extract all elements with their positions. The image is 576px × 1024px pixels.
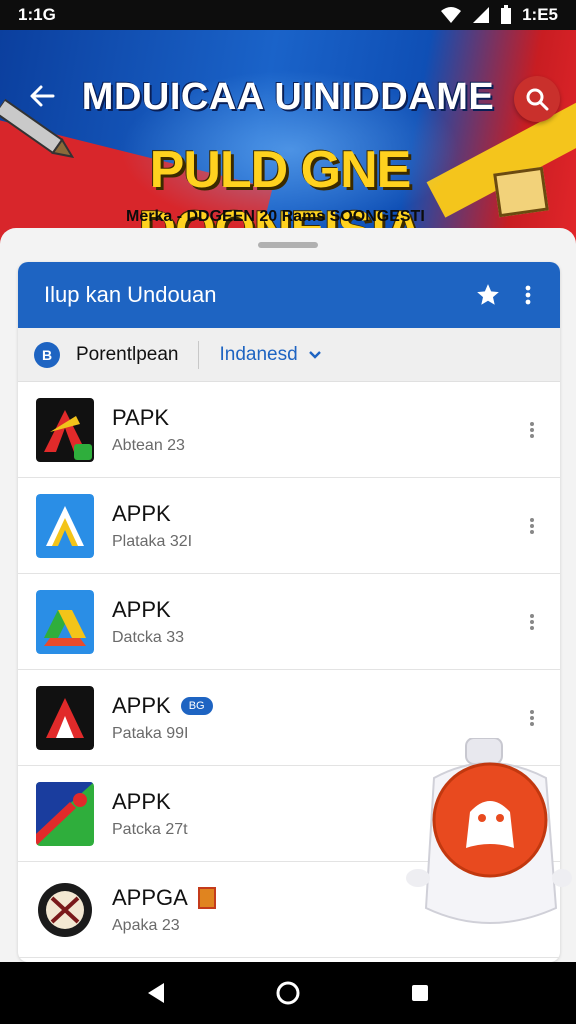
promo-banner: MDUICAA UINIDDAME PULD GNE DOONEISIA Mer… <box>0 30 576 260</box>
app-title: APPGA <box>112 884 188 910</box>
item-more-button[interactable] <box>522 606 542 638</box>
arrow-left-icon <box>30 85 55 107</box>
more-vertical-icon <box>525 285 531 305</box>
drive-icon <box>36 589 94 654</box>
mascot-assistant-button[interactable] <box>406 738 572 934</box>
list-item-text: PAPK Abtean 23 <box>112 405 522 455</box>
app-subtitle: Datcka 33 <box>112 628 185 646</box>
app-subtitle: Plataka 32I <box>112 532 193 550</box>
status-bar: 1:1G 1:E5 <box>0 0 576 30</box>
star-icon <box>477 284 499 305</box>
chevron-down-icon <box>308 350 321 359</box>
item-more-button[interactable] <box>522 702 542 734</box>
signal-icon <box>473 7 490 23</box>
more-vertical-icon <box>530 709 534 726</box>
app-title-row: APPK BG <box>112 693 522 719</box>
list-item[interactable]: PAPK Abtean 23 <box>18 382 560 478</box>
emblem-icon <box>36 877 94 942</box>
banner-subtitle: Merka - DDGEEN 20 Rams SOONGESTI <box>126 208 425 225</box>
filter-divider <box>198 340 200 369</box>
nav-home-button[interactable] <box>270 975 306 1011</box>
list-item-text: APPK Plataka 32I <box>112 501 522 551</box>
more-vertical-icon <box>530 517 534 534</box>
list-item[interactable]: APPK Datcka 33 <box>18 574 560 670</box>
green-card-icon <box>36 781 94 846</box>
status-time-right: 1:E5 <box>522 5 558 24</box>
app-title: APPK <box>112 692 171 718</box>
app-title: APPK <box>112 500 171 526</box>
system-nav-bar <box>0 962 576 1024</box>
sheet-drag-handle[interactable] <box>258 242 318 248</box>
card-header: Ilup kan Undouan <box>18 262 560 328</box>
region-dropdown-value: Indanesd <box>219 343 298 365</box>
flag-icon <box>197 886 216 909</box>
nav-back-button[interactable] <box>138 975 174 1011</box>
list-item[interactable]: APPK Plataka 32I <box>18 478 560 574</box>
search-icon <box>526 88 549 111</box>
triangle-back-icon <box>148 983 164 1003</box>
item-more-button[interactable] <box>522 414 542 446</box>
battery-icon <box>501 5 512 24</box>
status-time-left: 1:1G <box>18 5 56 24</box>
list-item-text: APPK Datcka 33 <box>112 597 522 647</box>
banner-title: MDUICAA UINIDDAME <box>81 76 495 118</box>
status-icons: 1:E5 <box>440 5 558 25</box>
item-more-button[interactable] <box>522 510 542 542</box>
more-vertical-icon <box>530 613 534 630</box>
app-title: PAPK <box>112 404 170 430</box>
search-button[interactable] <box>514 76 560 122</box>
blue-a-icon <box>36 493 94 558</box>
more-vertical-icon <box>530 421 534 438</box>
filter-category-icon: B <box>34 341 60 368</box>
region-dropdown[interactable]: Indanesd <box>219 344 321 366</box>
app-badge: BG <box>180 696 213 715</box>
list-item-text: APPK BG Pataka 99I <box>112 693 522 743</box>
favorite-button[interactable] <box>472 279 504 311</box>
card-header-title: Ilup kan Undouan <box>44 282 217 307</box>
filter-bar: B Porentlpean Indanesd <box>18 328 560 382</box>
red-a-icon <box>36 397 94 462</box>
wifi-icon <box>441 7 462 23</box>
back-button[interactable] <box>22 80 62 120</box>
home-circle-icon <box>276 981 300 1005</box>
nav-recents-button[interactable] <box>402 975 438 1011</box>
black-a-icon <box>36 685 94 750</box>
square-recents-icon <box>412 985 428 1001</box>
header-more-button[interactable] <box>518 279 538 311</box>
app-title: APPK <box>112 596 171 622</box>
filter-label[interactable]: Porentlpean <box>76 344 178 366</box>
app-subtitle: Abtean 23 <box>112 436 185 454</box>
